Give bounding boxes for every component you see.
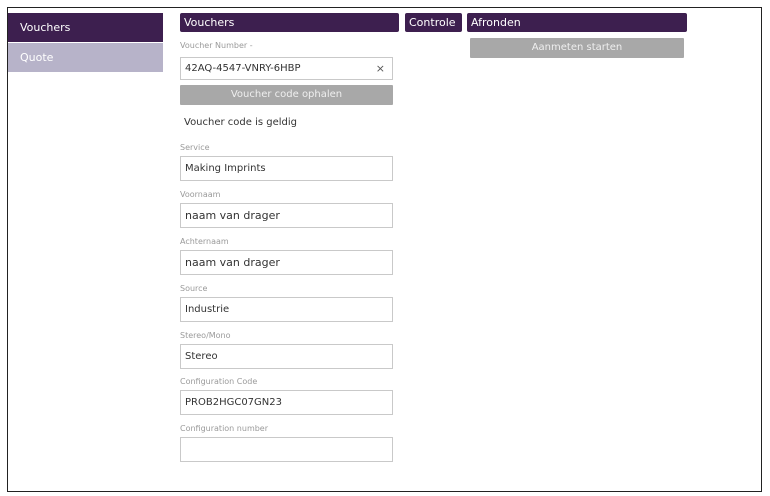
sidebar-item-label: Vouchers bbox=[20, 21, 71, 34]
sidebar-item-label: Quote bbox=[20, 51, 54, 64]
stereo-mono-value: Stereo bbox=[185, 351, 218, 362]
configuration-number-field[interactable] bbox=[180, 437, 393, 462]
voucher-status-message: Voucher code is geldig bbox=[184, 117, 298, 128]
fetch-voucher-button[interactable]: Voucher code ophalen bbox=[180, 85, 393, 105]
source-field[interactable]: Industrie bbox=[180, 297, 393, 322]
service-value: Making Imprints bbox=[185, 163, 266, 174]
voucher-number-input[interactable]: 42AQ-4547-VNRY-6HBP × bbox=[180, 57, 393, 80]
source-label: Source bbox=[180, 284, 208, 293]
stereo-mono-field[interactable]: Stereo bbox=[180, 344, 393, 369]
stereo-mono-label: Stereo/Mono bbox=[180, 331, 231, 340]
start-measuring-button[interactable]: Aanmeten starten bbox=[470, 38, 684, 58]
voornaam-field[interactable]: naam van drager bbox=[180, 203, 393, 228]
section-header-afronden: Afronden bbox=[467, 13, 687, 32]
section-header-vouchers: Vouchers bbox=[180, 13, 399, 32]
source-value: Industrie bbox=[185, 304, 230, 315]
voucher-number-value: 42AQ-4547-VNRY-6HBP bbox=[185, 63, 301, 74]
configuration-number-label: Configuration number bbox=[180, 424, 269, 433]
achternaam-field[interactable]: naam van drager bbox=[180, 250, 393, 275]
sidebar-item-vouchers[interactable]: Vouchers bbox=[8, 13, 163, 42]
configuration-code-field[interactable]: PROB2HGC07GN23 bbox=[180, 390, 393, 415]
clear-icon[interactable]: × bbox=[376, 58, 385, 79]
sidebar-item-quote[interactable]: Quote bbox=[8, 43, 163, 72]
configuration-code-value: PROB2HGC07GN23 bbox=[185, 397, 283, 408]
voornaam-label: Voornaam bbox=[180, 190, 221, 199]
frame-bottom-border bbox=[7, 491, 762, 492]
service-label: Service bbox=[180, 143, 210, 152]
voucher-number-label: Voucher Number - bbox=[180, 41, 253, 50]
configuration-code-label: Configuration Code bbox=[180, 377, 258, 386]
achternaam-label: Achternaam bbox=[180, 237, 229, 246]
section-header-controle: Controle bbox=[405, 13, 462, 32]
achternaam-value: naam van drager bbox=[185, 256, 280, 269]
voornaam-value: naam van drager bbox=[185, 209, 280, 222]
service-field[interactable]: Making Imprints bbox=[180, 156, 393, 181]
